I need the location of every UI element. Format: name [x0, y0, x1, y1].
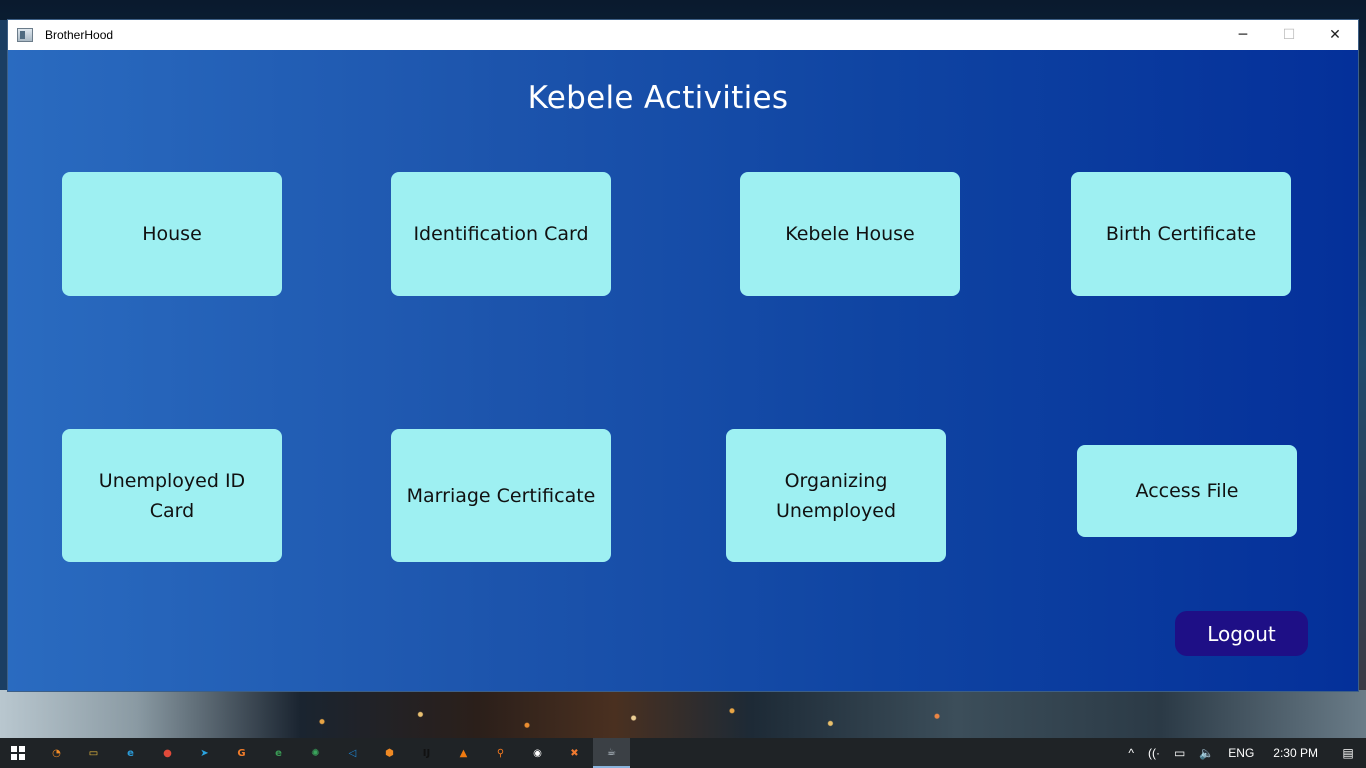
xampp-icon: ✖	[570, 747, 579, 759]
network-app-taskbar-button[interactable]: ✺	[297, 738, 334, 768]
identification-card-button-label: Identification Card	[413, 223, 589, 245]
edge-icon: e	[127, 747, 134, 759]
house-button[interactable]: House	[62, 172, 282, 296]
birth-certificate-button[interactable]: Birth Certificate	[1071, 172, 1291, 296]
intellij-icon: IJ	[422, 747, 431, 759]
title-bar[interactable]: BrotherHood ─ ☐ ✕	[8, 20, 1358, 50]
notifications-icon[interactable]: ▤	[1330, 738, 1366, 768]
kebele-house-button-label: Kebele House	[785, 223, 915, 245]
show-hidden-icons-chevron-icon[interactable]: ^	[1121, 738, 1141, 768]
edge-taskbar-button[interactable]: e	[112, 738, 149, 768]
main-content: Kebele Activities House Identification C…	[8, 50, 1358, 691]
settings-app-taskbar-button[interactable]: ⬢	[371, 738, 408, 768]
access-file-button[interactable]: Access File	[1077, 445, 1297, 537]
language-indicator[interactable]: ENG	[1221, 738, 1261, 768]
search-tool-icon: ⚲	[496, 747, 505, 759]
unemployed-id-card-button[interactable]: Unemployed ID Card	[62, 429, 282, 562]
logout-button[interactable]: Logout	[1175, 611, 1308, 656]
unemployed-id-card-button-label: Unemployed ID Card	[98, 469, 246, 522]
volume-icon[interactable]: 🔈	[1192, 738, 1221, 768]
taskbar: ◔ ▭ e ● ➤ Ge ✺ ◁ ⬢ IJ ▲ ⚲ ◉ ✖ ☕ ^ ((· ▭ 🔈 ENG 2:30 PM …	[0, 738, 1366, 768]
chrome-canary-taskbar-button[interactable]: ◔	[38, 738, 75, 768]
chrome-taskbar-button[interactable]: ●	[149, 738, 186, 768]
search-tool-taskbar-button[interactable]: ⚲	[482, 738, 519, 768]
desktop-wallpaper-left	[0, 20, 8, 692]
settings-app-icon: ⬢	[385, 747, 394, 759]
marriage-certificate-button[interactable]: Marriage Certificate	[391, 429, 611, 562]
vscode-taskbar-button[interactable]: ◁	[334, 738, 371, 768]
system-tray: ^ ((· ▭ 🔈 ENG 2:30 PM ▤	[1121, 738, 1366, 768]
java-app-icon: ☕	[607, 746, 616, 758]
wallpaper-city-lights	[240, 700, 1060, 736]
wifi-icon[interactable]: ((·	[1141, 738, 1167, 768]
vlc-icon: ▲	[459, 747, 468, 759]
minimize-button[interactable]: ─	[1220, 20, 1266, 50]
page-title: Kebele Activities	[527, 80, 789, 116]
maximize-button[interactable]: ☐	[1266, 20, 1312, 50]
app-window: BrotherHood ─ ☐ ✕ Kebele Activities Hous…	[8, 20, 1358, 691]
telegram-taskbar-button[interactable]: ➤	[186, 738, 223, 768]
git-tool-taskbar-button[interactable]: G	[223, 738, 260, 768]
window-controls: ─ ☐ ✕	[1220, 20, 1358, 50]
edge-dev-taskbar-button[interactable]: e	[260, 738, 297, 768]
java-app-taskbar-button[interactable]: ☕	[593, 738, 630, 768]
app-window-icon	[17, 28, 33, 42]
marriage-certificate-button-label: Marriage Certificate	[406, 484, 596, 507]
kebele-house-button[interactable]: Kebele House	[740, 172, 960, 296]
vscode-icon: ◁	[348, 747, 357, 759]
birth-certificate-button-label: Birth Certificate	[1105, 223, 1257, 245]
windows-logo-icon	[11, 746, 25, 760]
obs-icon: ◉	[533, 747, 542, 759]
file-explorer-taskbar-button[interactable]: ▭	[75, 738, 112, 768]
chrome-icon: ●	[163, 747, 172, 759]
telegram-icon: ➤	[200, 747, 209, 759]
battery-icon[interactable]: ▭	[1167, 738, 1192, 768]
intellij-taskbar-button[interactable]: IJ	[408, 738, 445, 768]
taskbar-apps: ◔ ▭ e ● ➤ Ge ✺ ◁ ⬢ IJ ▲ ⚲ ◉ ✖ ☕	[38, 738, 630, 768]
start-button[interactable]	[0, 738, 36, 768]
close-button[interactable]: ✕	[1312, 20, 1358, 50]
access-file-button-label: Access File	[1135, 480, 1239, 502]
edge-dev-icon: e	[275, 747, 282, 759]
chrome-canary-icon: ◔	[52, 747, 61, 759]
obs-taskbar-button[interactable]: ◉	[519, 738, 556, 768]
git-tool-icon: G	[237, 747, 246, 759]
window-title: BrotherHood	[45, 28, 114, 42]
network-app-icon: ✺	[311, 747, 320, 759]
identification-card-button[interactable]: Identification Card	[391, 172, 611, 296]
file-explorer-icon: ▭	[88, 747, 99, 759]
house-button-label: House	[142, 223, 202, 245]
xampp-taskbar-button[interactable]: ✖	[556, 738, 593, 768]
clock[interactable]: 2:30 PM	[1261, 738, 1330, 768]
vlc-taskbar-button[interactable]: ▲	[445, 738, 482, 768]
organizing-unemployed-button[interactable]: Organizing Unemployed	[726, 429, 946, 562]
organizing-unemployed-button-label: Organizing Unemployed	[775, 469, 897, 522]
